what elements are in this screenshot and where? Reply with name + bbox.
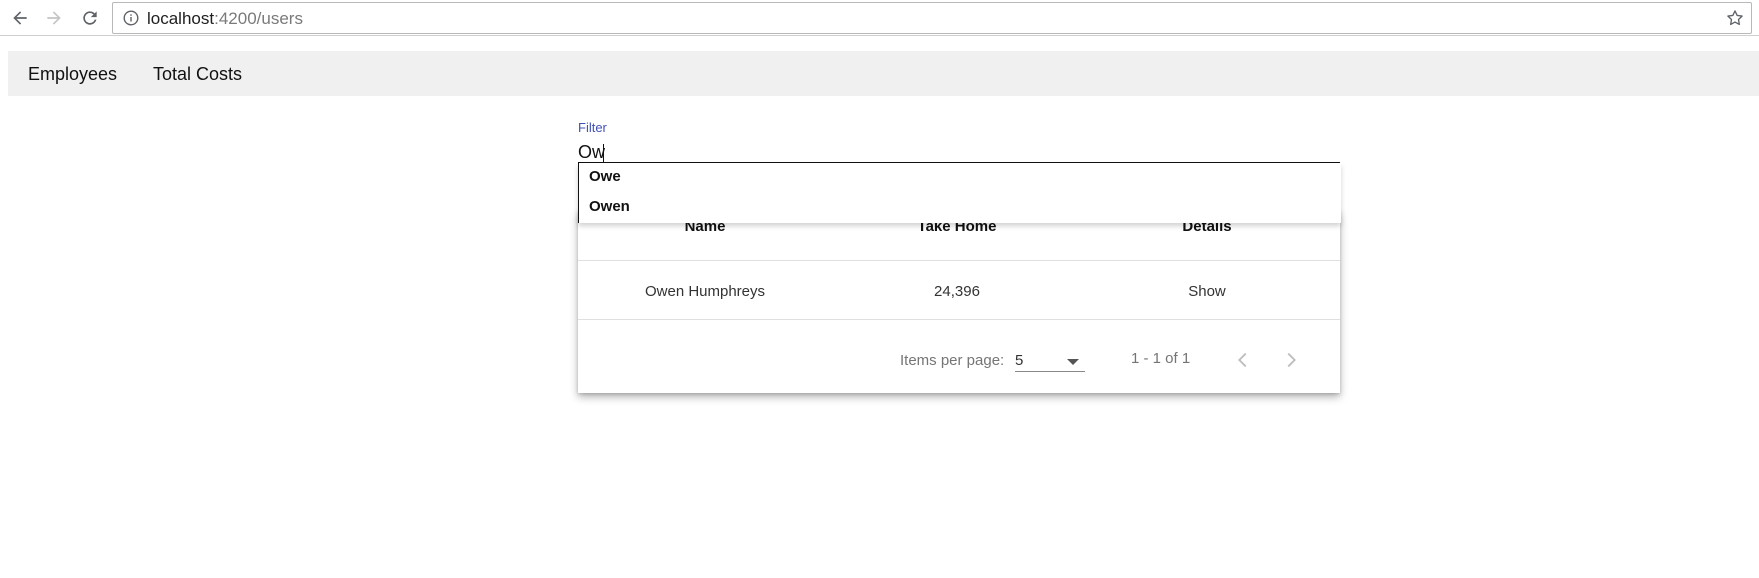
app-nav-bar: Employees Total Costs: [8, 51, 1759, 96]
nav-item-employees[interactable]: Employees: [28, 64, 117, 84]
autocomplete-option[interactable]: Owen: [589, 198, 630, 215]
cell-take-home: 24,396: [934, 283, 980, 300]
bookmark-star-icon[interactable]: [1725, 8, 1745, 28]
page-size-value: 5: [1015, 352, 1024, 369]
info-icon: [123, 10, 139, 26]
header-divider: [578, 260, 1340, 261]
page-size-select[interactable]: 5: [1015, 350, 1085, 372]
browser-toolbar: localhost:4200/users: [0, 0, 1759, 36]
back-button[interactable]: [7, 5, 33, 31]
reload-icon: [83, 11, 97, 25]
autocomplete-option[interactable]: Owe: [589, 168, 621, 185]
items-per-page-label: Items per page:: [900, 352, 1005, 369]
forward-button[interactable]: [41, 5, 67, 31]
nav-item-total-costs[interactable]: Total Costs: [153, 64, 242, 84]
show-details-link[interactable]: Show: [1188, 283, 1226, 300]
employees-table: Name Take Home Details Owen Humphreys 24…: [578, 210, 1340, 393]
cell-name: Owen Humphreys: [644, 283, 766, 300]
reload-button[interactable]: [77, 5, 103, 31]
next-page-button[interactable]: [1277, 346, 1305, 374]
filter-label: Filter: [578, 120, 607, 135]
chevron-down-icon: [1067, 359, 1079, 365]
page-range-label: 1 - 1 of 1: [1131, 350, 1191, 367]
forward-arrow-icon: [47, 11, 61, 25]
address-bar[interactable]: localhost:4200/users: [112, 2, 1752, 34]
text-caret: [603, 144, 604, 163]
autocomplete-panel: Owe Owen: [578, 163, 1341, 223]
url-path: :4200/users: [214, 9, 303, 28]
previous-page-button[interactable]: [1229, 346, 1257, 374]
back-arrow-icon: [13, 11, 27, 25]
url-host: localhost: [147, 9, 215, 28]
row-divider: [578, 319, 1340, 320]
filter-input[interactable]: [578, 141, 1340, 163]
chevron-left-icon: [1238, 352, 1247, 368]
url-text: localhost:4200/users: [147, 10, 303, 28]
page-size-underline: [1015, 371, 1085, 372]
chevron-right-icon: [1287, 352, 1296, 368]
